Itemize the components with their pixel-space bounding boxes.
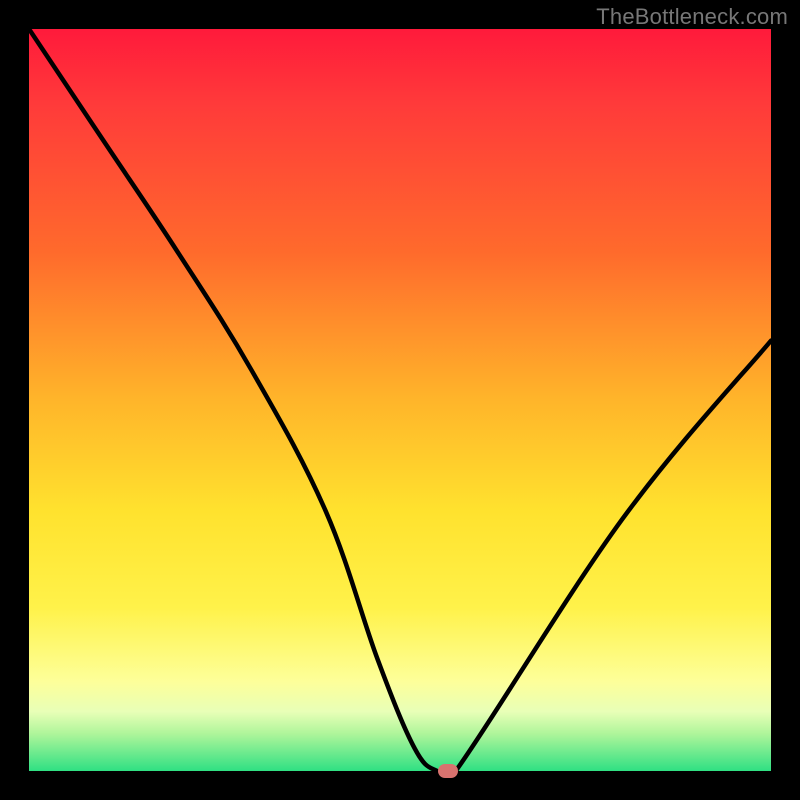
chart-frame: TheBottleneck.com <box>0 0 800 800</box>
curve-path <box>29 29 771 771</box>
bottleneck-curve <box>29 29 771 771</box>
optimum-marker <box>438 764 458 778</box>
plot-area <box>29 29 771 771</box>
watermark-text: TheBottleneck.com <box>596 4 788 30</box>
